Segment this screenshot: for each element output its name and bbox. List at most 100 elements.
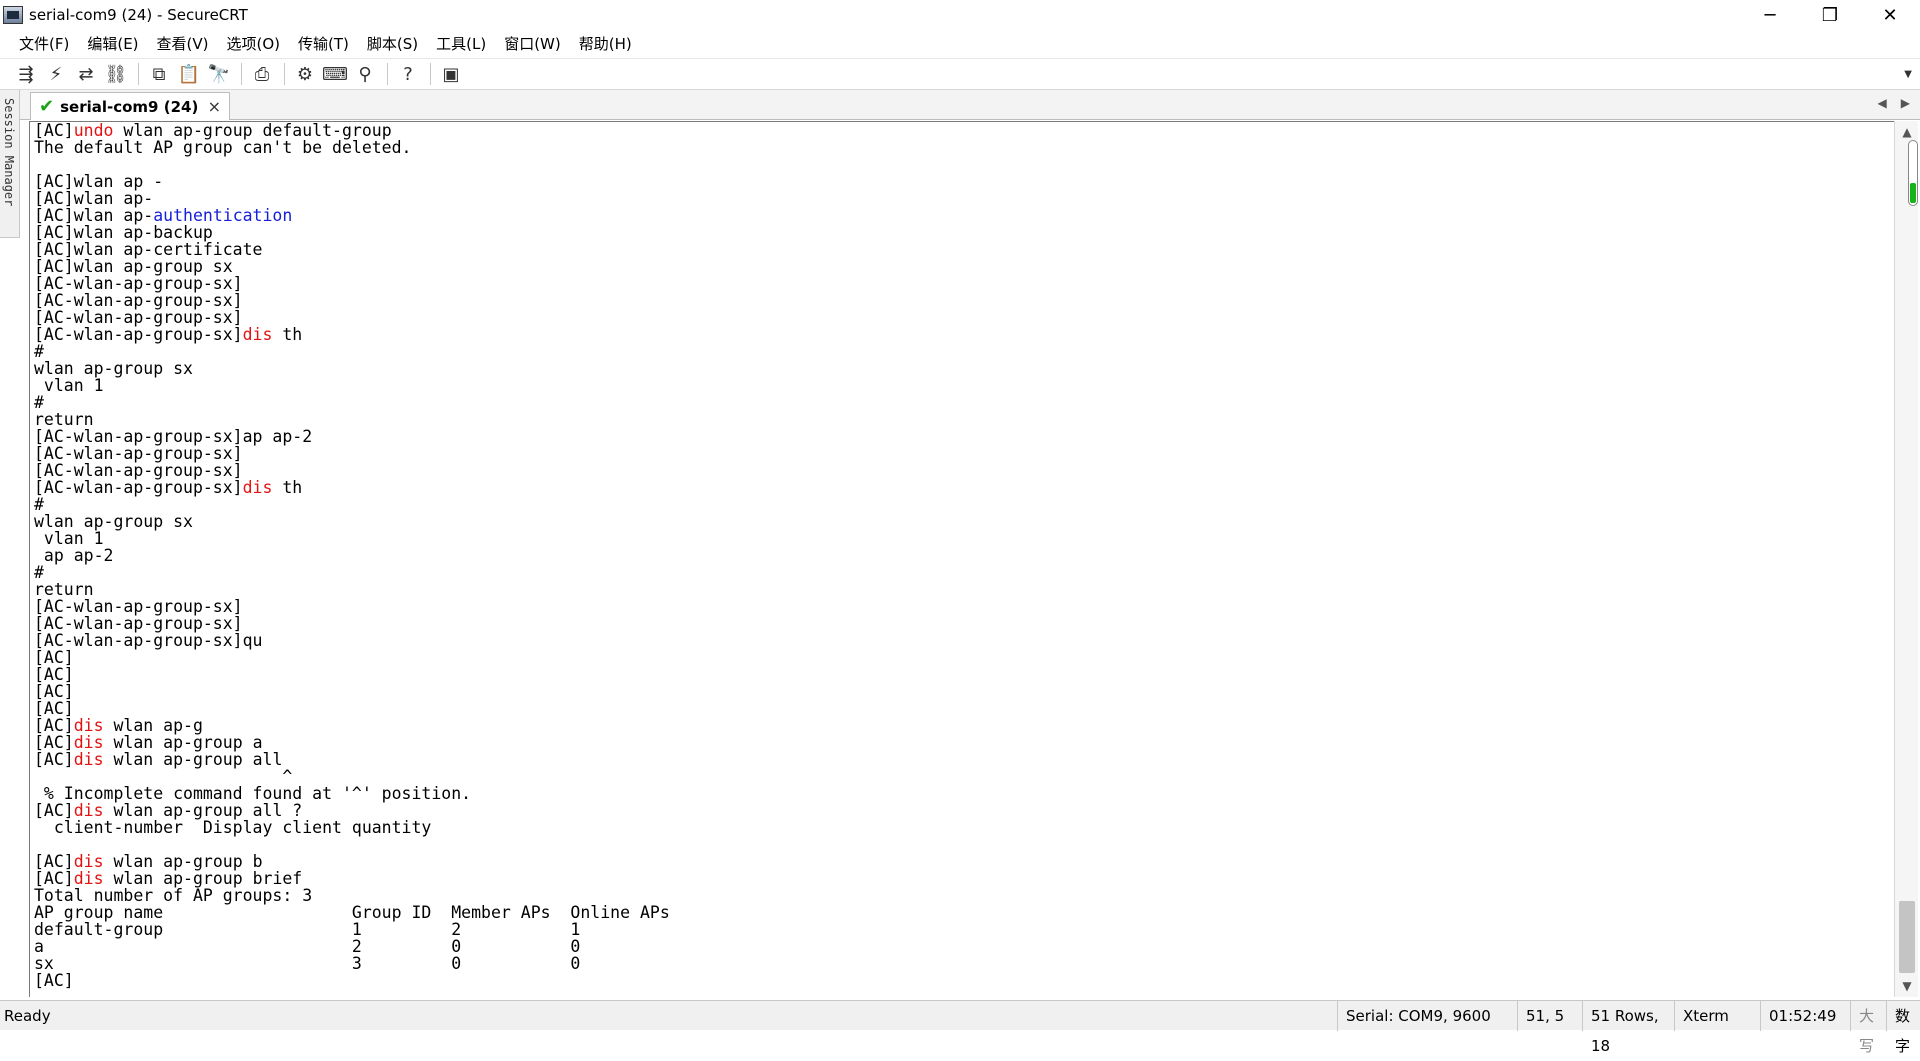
toolbar-separator: [430, 63, 431, 85]
terminal-line: [AC-wlan-ap-group-sx]dis th: [34, 326, 670, 343]
paste-icon[interactable]: 📋: [175, 61, 203, 87]
status-ready: Ready: [4, 1006, 51, 1025]
window-controls: ─ ❐ ✕: [1740, 0, 1920, 30]
terminal-line: [AC]wlan ap-: [34, 190, 670, 207]
terminal-text: [AC-wlan-ap-group-sx]: [34, 325, 243, 344]
title-bar: serial-com9 (24) - SecureCRT ─ ❐ ✕: [0, 0, 1920, 30]
terminal-line: [AC-wlan-ap-group-sx]: [34, 275, 670, 292]
print-icon[interactable]: ⎙: [248, 61, 276, 87]
terminal-line: return: [34, 581, 670, 598]
terminal-line: [AC]wlan ap-authentication: [34, 207, 670, 224]
minimize-button[interactable]: ─: [1740, 0, 1800, 30]
session-manager-label: Session Manager: [2, 98, 16, 207]
terminal-line: [AC]wlan ap-group sx: [34, 258, 670, 275]
tab-serial-com9[interactable]: ✔ serial-com9 (24) ×: [30, 92, 230, 120]
terminal-line: % Incomplete command found at '^' positi…: [34, 785, 670, 802]
menu-window[interactable]: 窗口(W): [495, 30, 570, 58]
terminal-line: [AC]: [34, 649, 670, 666]
terminal-line: [AC]dis wlan ap-group brief: [34, 870, 670, 887]
scroll-down-icon[interactable]: ▼: [1895, 975, 1919, 997]
status-term-type: Xterm: [1674, 1001, 1760, 1031]
restore-button[interactable]: ❐: [1800, 0, 1860, 30]
menu-transfer[interactable]: 传输(T): [289, 30, 358, 58]
terminal-line: [AC]dis wlan ap-group all: [34, 751, 670, 768]
terminal-line: [AC]dis wlan ap-group b: [34, 853, 670, 870]
terminal-text: dis: [242, 478, 273, 497]
status-caps: 大写: [1850, 1001, 1886, 1055]
terminal-output[interactable]: [AC]undo wlan ap-group default-group The …: [29, 121, 1894, 997]
terminal-line: The default AP group can't be deleted.: [34, 139, 670, 156]
terminal-line: Total number of AP groups: 3: [34, 887, 670, 904]
terminal-text: dis: [242, 325, 273, 344]
menu-tools[interactable]: 工具(L): [427, 30, 495, 58]
quick-connect-icon[interactable]: ⚡: [42, 61, 70, 87]
connect-bar-icon[interactable]: ⇶: [12, 61, 40, 87]
terminal-line: [AC-wlan-ap-group-sx]: [34, 445, 670, 462]
terminal-line: vlan 1: [34, 530, 670, 547]
toolbar-separator: [241, 63, 242, 85]
terminal-line: [AC]: [34, 972, 670, 989]
toolbar-separator: [387, 63, 388, 85]
tab-close-icon[interactable]: ×: [208, 97, 221, 116]
terminal-line: vlan 1: [34, 377, 670, 394]
terminal-line: [AC-wlan-ap-group-sx]: [34, 292, 670, 309]
tab-scroll-right-icon[interactable]: ▶: [1901, 96, 1910, 110]
toolbar-dropdown-icon[interactable]: ▼: [1904, 69, 1912, 80]
menu-script[interactable]: 脚本(S): [358, 30, 427, 58]
status-bar: Ready Serial: COM9, 9600 51, 5 51 Rows, …: [0, 1000, 1920, 1055]
tab-bar: ✔ serial-com9 (24) × ◀ ▶: [20, 90, 1920, 120]
terminal-line: AP group name Group ID Member APs Online…: [34, 904, 670, 921]
terminal-text: [AC]: [34, 971, 74, 990]
close-button[interactable]: ✕: [1860, 0, 1920, 30]
copy-icon[interactable]: ⧉: [145, 61, 173, 87]
tab-scroll-left-icon[interactable]: ◀: [1878, 96, 1887, 110]
terminal-line: #: [34, 564, 670, 581]
sftp-icon[interactable]: ⚲: [351, 61, 379, 87]
keymap-icon[interactable]: ⌨: [321, 61, 349, 87]
terminal-line: [AC-wlan-ap-group-sx]ap ap-2: [34, 428, 670, 445]
reconnect-icon[interactable]: ⇄: [72, 61, 100, 87]
terminal-line: a 2 0 0: [34, 938, 670, 955]
help-icon[interactable]: ?: [394, 61, 422, 87]
terminal-line: [AC]: [34, 700, 670, 717]
terminal-line: [AC-wlan-ap-group-sx]: [34, 598, 670, 615]
status-rows: 51 Rows, 18: [1582, 1001, 1674, 1055]
terminal-line: default-group 1 2 1: [34, 921, 670, 938]
menu-file[interactable]: 文件(F): [10, 30, 78, 58]
vertical-scrollbar[interactable]: ▲ ▼: [1894, 121, 1918, 997]
terminal-line: #: [34, 343, 670, 360]
menu-help[interactable]: 帮助(H): [570, 30, 641, 58]
securecrt-app-icon[interactable]: [3, 6, 23, 24]
tab-label: serial-com9 (24): [60, 97, 199, 116]
terminal-line: [AC-wlan-ap-group-sx]: [34, 462, 670, 479]
disconnect-icon[interactable]: ⛓: [102, 61, 130, 87]
terminal-line: return: [34, 411, 670, 428]
menu-view[interactable]: 查看(V): [148, 30, 218, 58]
scrollbar-thumb[interactable]: [1899, 901, 1915, 973]
menu-options[interactable]: 选项(O): [218, 30, 290, 58]
toolbar: ⇶ ⚡ ⇄ ⛓ ⧉ 📋 🔭 ⎙ ⚙ ⌨ ⚲ ? ▣ ▼: [0, 58, 1920, 90]
terminal-line: [AC-wlan-ap-group-sx]: [34, 309, 670, 326]
menu-edit[interactable]: 编辑(E): [78, 30, 147, 58]
terminal-line: [AC]dis wlan ap-group a: [34, 734, 670, 751]
terminal-line: [AC]: [34, 666, 670, 683]
terminal-line: ^: [34, 768, 670, 785]
settings-icon[interactable]: ⚙: [291, 61, 319, 87]
find-icon[interactable]: 🔭: [205, 61, 233, 87]
terminal-text: vlan 1: [34, 376, 104, 395]
terminal-text: [AC-wlan-ap-group-sx]: [34, 478, 243, 497]
screen-icon[interactable]: ▣: [437, 61, 465, 87]
terminal-line: [AC]wlan ap-backup: [34, 224, 670, 241]
terminal-line: #: [34, 394, 670, 411]
toolbar-separator: [284, 63, 285, 85]
terminal-lines: [AC]undo wlan ap-group default-group The …: [34, 122, 670, 989]
session-manager-panel[interactable]: Session Manager: [0, 90, 20, 238]
terminal-line: [AC]dis wlan ap-g: [34, 717, 670, 734]
terminal-line: ap ap-2: [34, 547, 670, 564]
terminal-line: [AC]wlan ap -: [34, 173, 670, 190]
terminal-text: ap ap-2: [34, 546, 114, 565]
terminal-line: client-number Display client quantity: [34, 819, 670, 836]
terminal-text: client-number Display client quantity: [34, 818, 432, 837]
terminal-line: [AC]undo wlan ap-group default-group: [34, 122, 670, 139]
